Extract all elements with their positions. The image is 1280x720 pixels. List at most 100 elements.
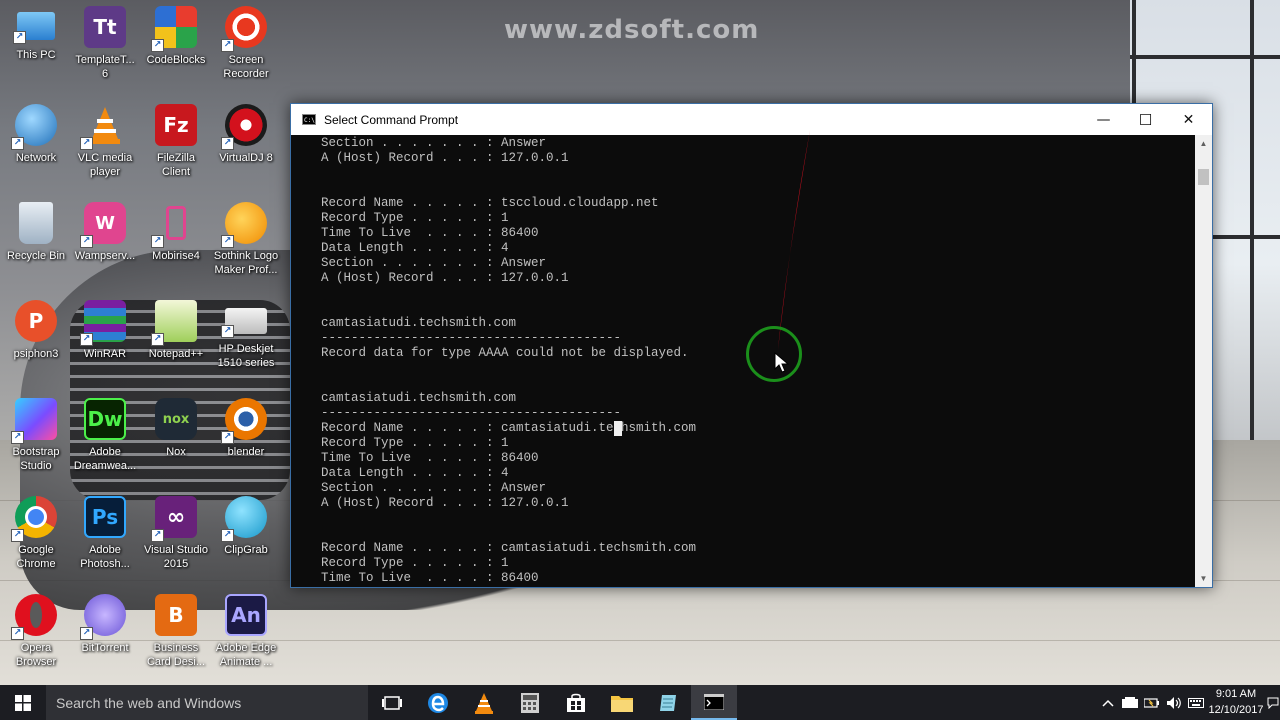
taskbar-store-button[interactable]: [553, 685, 599, 720]
winrar-books-icon: ↗: [80, 300, 126, 346]
desktop-icon-google-chrome[interactable]: ↗ Google Chrome: [0, 496, 72, 571]
start-button[interactable]: [0, 685, 46, 720]
windows-logo-icon: [15, 694, 31, 711]
watermark: www.zdsoft.com: [504, 15, 760, 45]
bittorrent-icon: ↗: [80, 594, 126, 640]
desktop-icon-recycle-bin[interactable]: Recycle Bin: [0, 202, 72, 263]
notepad-icon: [660, 694, 676, 711]
desktop-icon-photoshop[interactable]: Ps Adobe Photosh...: [69, 496, 141, 571]
business-card-icon: B: [155, 594, 197, 636]
screen-recorder-icon: ↗: [221, 6, 267, 52]
wampserver-icon: W ↗: [80, 202, 126, 248]
mouse-pointer-icon: [774, 352, 790, 373]
desktop-icon-nox[interactable]: nox Nox: [140, 398, 212, 459]
mobirise-phone-icon: ↗: [151, 202, 197, 248]
taskbar-file-explorer-button[interactable]: [599, 685, 645, 720]
desktop-icon-adobe-edge-animate[interactable]: An Adobe Edge Animate ...: [210, 594, 282, 669]
desktop-icon-vlc[interactable]: ↗ VLC media player: [69, 104, 141, 179]
maximize-button[interactable]: ☐: [1123, 104, 1168, 135]
command-prompt-icon: [704, 693, 724, 710]
desktop-icon-virtualdj[interactable]: ↗ VirtualDJ 8: [210, 104, 282, 165]
templatetoaster-icon: Tt: [84, 6, 126, 48]
desktop-icon-filezilla[interactable]: Fz FileZilla Client: [140, 104, 212, 179]
power-button[interactable]: [1142, 685, 1162, 720]
vlc-icon: [475, 692, 493, 714]
keyboard-icon: [1188, 697, 1204, 708]
tray-app-button[interactable]: [1120, 685, 1140, 720]
scroll-down-arrow-icon[interactable]: ▼: [1195, 570, 1212, 587]
scroll-up-arrow-icon[interactable]: ▲: [1195, 135, 1212, 152]
volume-button[interactable]: [1164, 685, 1184, 720]
tray-app-icon: [1122, 696, 1138, 708]
calculator-icon: [521, 692, 539, 713]
visual-studio-icon: ∞ ↗: [151, 496, 197, 542]
vlc-cone-icon: ↗: [80, 104, 126, 150]
edge-icon: [428, 692, 448, 713]
printer-icon: ↗: [221, 308, 267, 338]
vertical-scrollbar[interactable]: ▲ ▼: [1195, 135, 1212, 587]
desktop-icon-blender[interactable]: ↗ blender: [210, 398, 282, 459]
taskbar-search-box[interactable]: Search the web and Windows: [46, 685, 368, 720]
desktop-icon-dreamweaver[interactable]: Dw Adobe Dreamwea...: [69, 398, 141, 473]
dreamweaver-icon: Dw: [84, 398, 126, 440]
recycle-bin-icon: [19, 202, 53, 244]
task-view-button[interactable]: [369, 685, 415, 720]
text-cursor: [614, 421, 622, 436]
close-button[interactable]: ✕: [1166, 104, 1211, 135]
desktop-icon-bootstrap-studio[interactable]: ↗ Bootstrap Studio: [0, 398, 72, 473]
desktop-icon-visual-studio[interactable]: ∞ ↗ Visual Studio 2015: [140, 496, 212, 571]
desktop-icon-clipgrab[interactable]: ↗ ClipGrab: [210, 496, 282, 557]
virtualdj-icon: ↗: [221, 104, 267, 150]
console-output[interactable]: Section . . . . . . . : Answer A (Host) …: [291, 135, 1194, 587]
notification-icon: [1267, 697, 1279, 709]
taskbar-calculator-button[interactable]: [507, 685, 553, 720]
desktop-icon-this-pc[interactable]: ↗ This PC: [0, 6, 72, 62]
edge-animate-icon: An: [225, 594, 267, 636]
psiphon-icon: P: [15, 300, 57, 342]
desktop-icon-notepad-plus-plus[interactable]: ↗ Notepad++: [140, 300, 212, 361]
sothink-logo-icon: ↗: [221, 202, 267, 248]
window-titlebar[interactable]: C:\ Select Command Prompt — ☐ ✕: [291, 104, 1212, 135]
desktop-icon-screen-recorder[interactable]: ↗ Screen Recorder: [210, 6, 282, 81]
command-prompt-icon[interactable]: C:\: [302, 114, 316, 125]
bootstrap-studio-icon: ↗: [11, 398, 57, 444]
desktop-icon-sothink-logo-maker[interactable]: ↗ Sothink Logo Maker Prof...: [210, 202, 282, 277]
desktop-icon-business-card[interactable]: B Business Card Desi...: [140, 594, 212, 669]
desktop-icon-hp-deskjet[interactable]: ↗ HP Deskjet 1510 series: [210, 300, 282, 370]
desktop-icon-codeblocks[interactable]: ↗ CodeBlocks: [140, 6, 212, 67]
action-center-button[interactable]: [1266, 685, 1280, 720]
desktop-icon-winrar[interactable]: ↗ WinRAR: [69, 300, 141, 361]
taskbar-command-prompt-button[interactable]: [691, 685, 737, 720]
taskbar-notepad-button[interactable]: [645, 685, 691, 720]
desktop-icon-templatetoaster[interactable]: Tt TemplateT... 6: [69, 6, 141, 81]
codeblocks-icon: ↗: [151, 6, 197, 52]
chevron-up-icon: [1102, 699, 1114, 707]
clipgrab-icon: ↗: [221, 496, 267, 542]
blender-icon: ↗: [221, 398, 267, 444]
opera-icon: ↗: [11, 594, 57, 640]
taskbar-vlc-button[interactable]: [461, 685, 507, 720]
speaker-icon: [1167, 696, 1181, 709]
desktop-icon-bittorrent[interactable]: ↗ BitTorrent: [69, 594, 141, 655]
store-icon: [567, 693, 585, 712]
keyboard-button[interactable]: [1186, 685, 1206, 720]
show-hidden-icons-button[interactable]: [1098, 685, 1118, 720]
clock-time: 9:01 AM: [1215, 688, 1257, 700]
desktop-icon-network[interactable]: ↗ Network: [0, 104, 72, 165]
scrollbar-thumb[interactable]: [1198, 169, 1209, 185]
desktop-icon-wampserver[interactable]: W ↗ Wampserv...: [69, 202, 141, 263]
chrome-icon: ↗: [11, 496, 57, 542]
desktop-icon-mobirise[interactable]: ↗ Mobirise4: [140, 202, 212, 263]
battery-plug-icon: [1144, 697, 1159, 708]
clock-date: 12/10/2017: [1208, 704, 1264, 716]
network-globe-icon: ↗: [11, 104, 57, 150]
photoshop-icon: Ps: [84, 496, 126, 538]
notepad-plus-plus-icon: ↗: [151, 300, 197, 346]
desktop-icon-psiphon3[interactable]: P psiphon3: [0, 300, 72, 361]
taskbar-clock[interactable]: 9:01 AM 12/10/2017: [1208, 686, 1264, 718]
desktop-icon-opera[interactable]: ↗ Opera Browser: [0, 594, 72, 669]
task-view-icon: [382, 695, 402, 710]
file-explorer-icon: [611, 695, 633, 712]
taskbar-edge-button[interactable]: [415, 685, 461, 720]
minimize-button[interactable]: —: [1081, 104, 1126, 135]
